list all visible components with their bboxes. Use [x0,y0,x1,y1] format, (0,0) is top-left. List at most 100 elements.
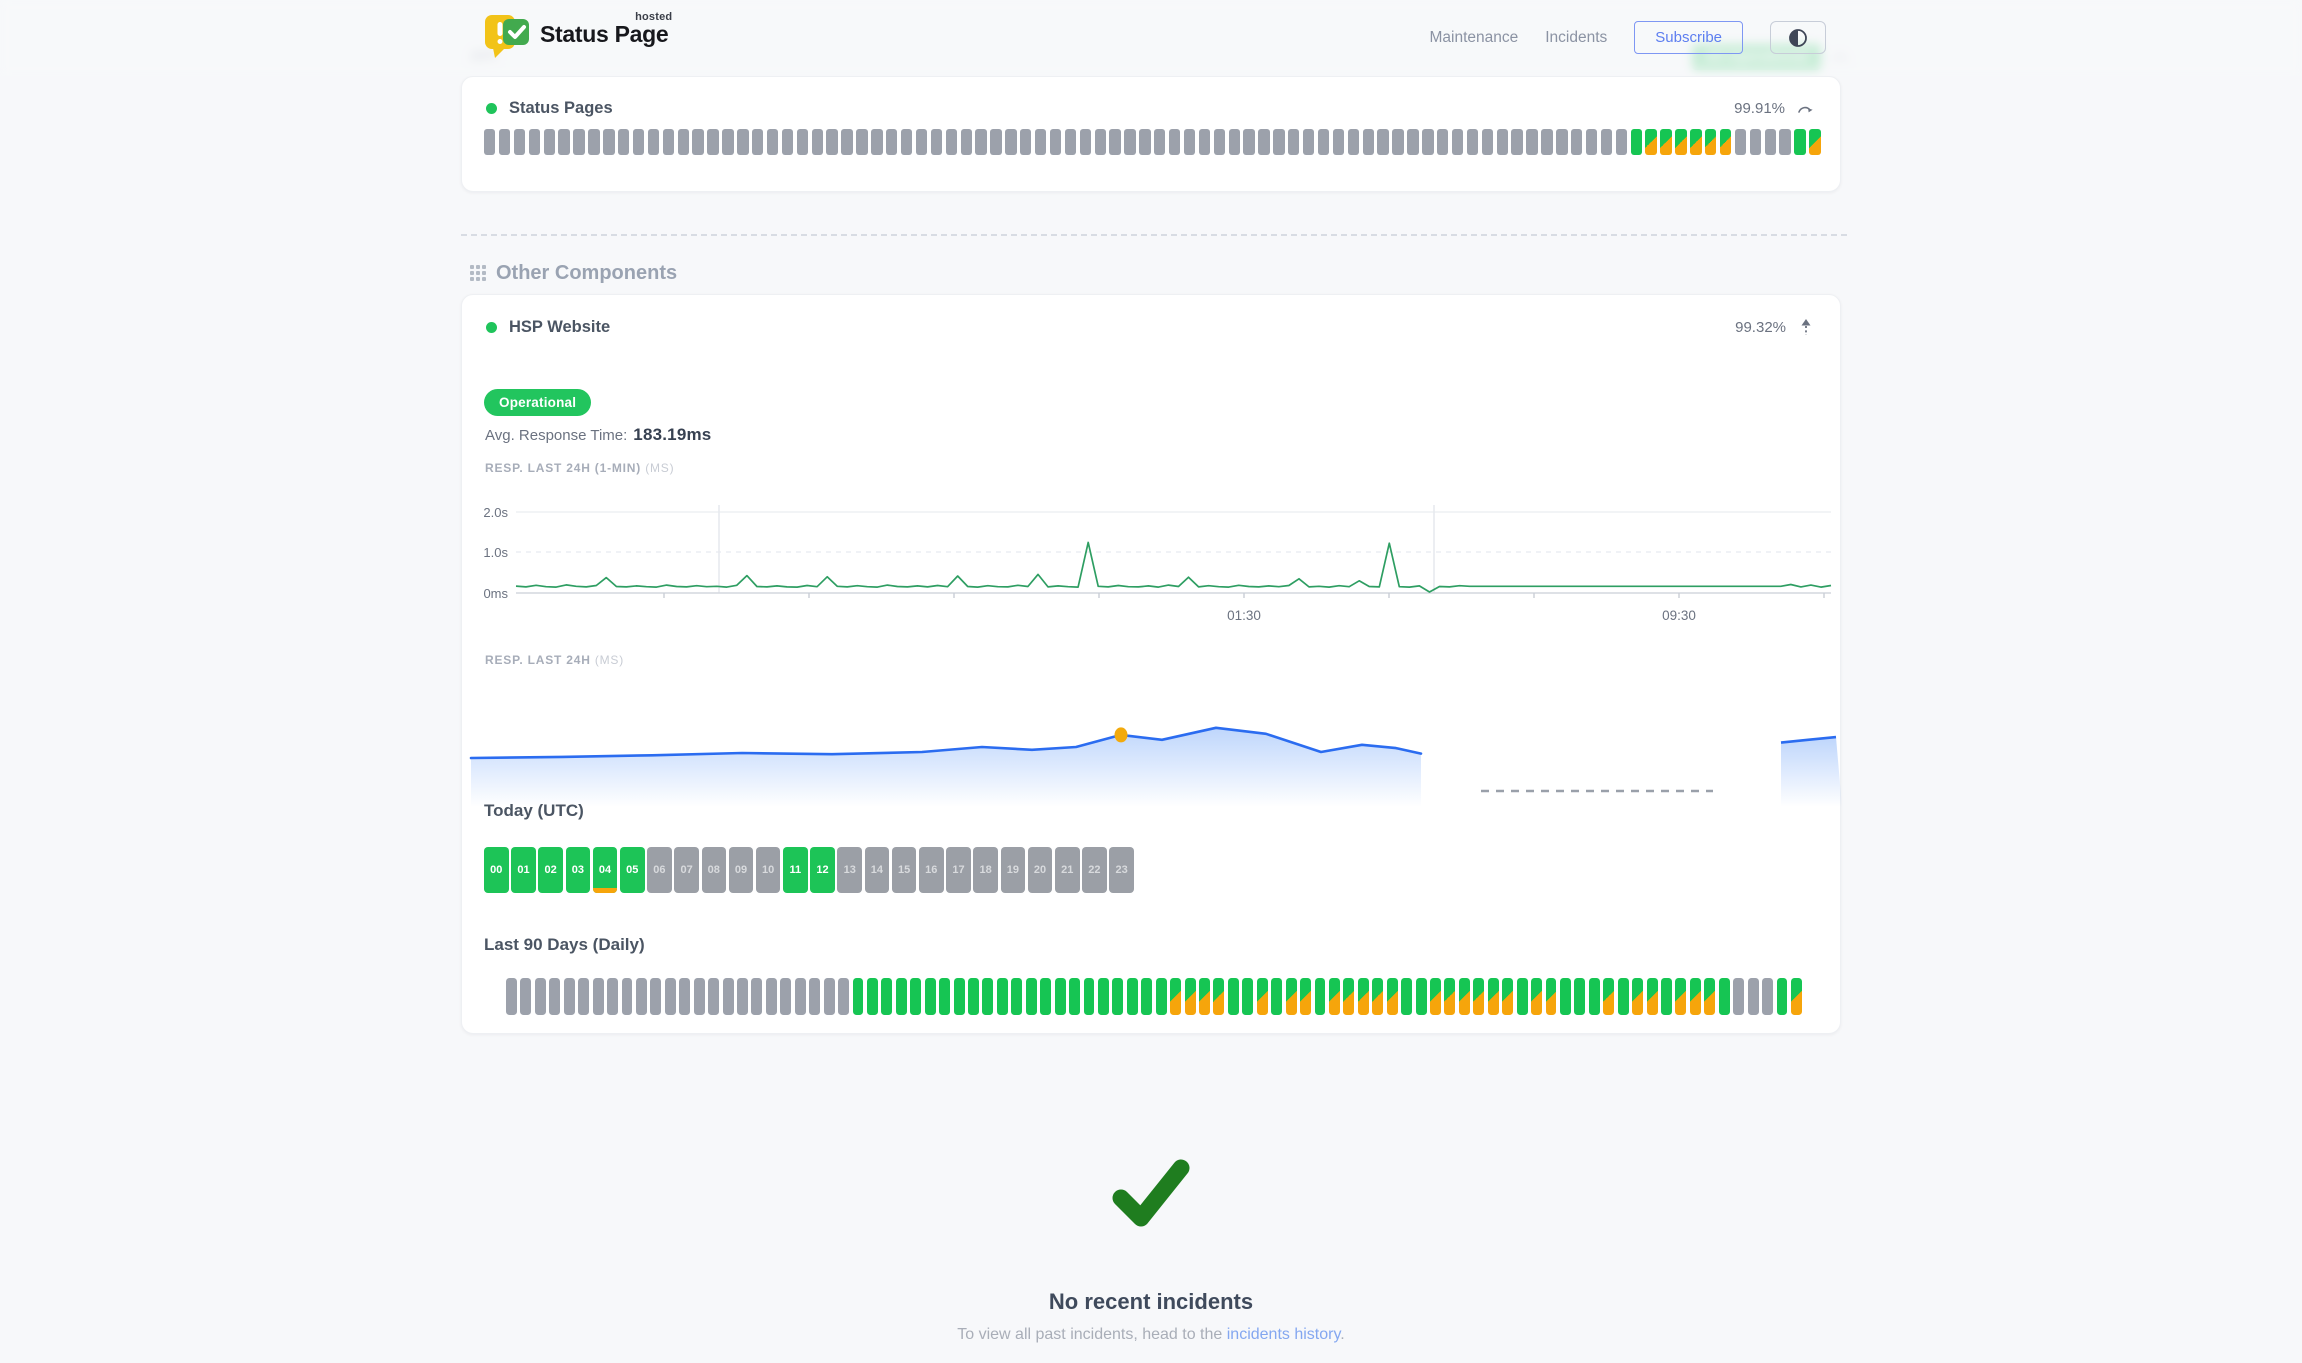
uptime-bar[interactable] [564,978,575,1015]
uptime-bar[interactable] [752,129,763,155]
uptime-bar[interactable] [856,129,867,155]
uptime-bar[interactable] [549,978,560,1015]
uptime-bar[interactable] [782,129,793,155]
incidents-history-link[interactable]: incidents history [1227,1326,1341,1343]
uptime-bar[interactable] [578,978,589,1015]
uptime-bar[interactable] [1170,978,1181,1015]
uptime-bar[interactable] [633,129,644,155]
uptime-bar[interactable] [1748,978,1759,1015]
uptime-bar[interactable] [1791,978,1802,1015]
uptime-bar[interactable] [622,978,633,1015]
uptime-bar[interactable] [1733,978,1744,1015]
uptime-bar[interactable] [961,129,972,155]
uptime-bar[interactable] [1050,129,1061,155]
uptime-bar[interactable] [1762,978,1773,1015]
uptime-bar[interactable] [1459,978,1470,1015]
uptime-bar[interactable] [535,978,546,1015]
hour-block[interactable]: 16 [919,847,944,893]
uptime-bar[interactable] [663,129,674,155]
uptime-bar[interactable] [1185,978,1196,1015]
hour-block[interactable]: 18 [973,847,998,893]
uptime-bar[interactable] [678,129,689,155]
uptime-bar[interactable] [1069,978,1080,1015]
uptime-bar[interactable] [636,978,647,1015]
uptime-bar[interactable] [1055,978,1066,1015]
uptime-bar[interactable] [1422,129,1433,155]
uptime-bar[interactable] [1765,129,1776,155]
uptime-bar[interactable] [1546,978,1557,1015]
hour-block[interactable]: 00 [484,847,509,893]
hour-block[interactable]: 23 [1109,847,1134,893]
uptime-bar[interactable] [1531,978,1542,1015]
uptime-bar[interactable] [881,978,892,1015]
uptime-bar[interactable] [1020,129,1031,155]
uptime-bar[interactable] [841,129,852,155]
uptime-bar[interactable] [1333,129,1344,155]
uptime-bar[interactable] [1526,129,1537,155]
uptime-bar[interactable] [1228,978,1239,1015]
uptime-bar[interactable] [1363,129,1374,155]
uptime-bar[interactable] [997,978,1008,1015]
uptime-bar[interactable] [1750,129,1761,155]
theme-toggle-button[interactable] [1770,21,1826,54]
uptime-bar[interactable] [607,978,618,1015]
uptime-bar[interactable] [1437,129,1448,155]
uptime-bar[interactable] [1127,978,1138,1015]
uptime-bar[interactable] [767,129,778,155]
uptime-bar[interactable] [1407,129,1418,155]
hour-block[interactable]: 15 [892,847,917,893]
uptime-bar[interactable] [1377,129,1388,155]
uptime-bar[interactable] [1139,129,1150,155]
uptime-bar[interactable] [694,978,705,1015]
uptime-bar[interactable] [1704,978,1715,1015]
uptime-bar[interactable] [946,129,957,155]
refresh-icon[interactable] [1797,102,1814,116]
uptime-bar[interactable] [931,129,942,155]
uptime-bar[interactable] [838,978,849,1015]
uptime-bar[interactable] [1315,978,1326,1015]
uptime-bar[interactable] [1473,978,1484,1015]
uptime-bar[interactable] [1011,978,1022,1015]
uptime-bar[interactable] [1392,129,1403,155]
uptime-bar[interactable] [1343,978,1354,1015]
hour-block[interactable]: 05 [620,847,645,893]
uptime-bar[interactable] [910,978,921,1015]
uptime-bar[interactable] [766,978,777,1015]
uptime-bar[interactable] [1560,978,1571,1015]
uptime-bar[interactable] [1273,129,1284,155]
uptime-bar[interactable] [1372,978,1383,1015]
hour-block[interactable]: 07 [674,847,699,893]
uptime-bar[interactable] [1387,978,1398,1015]
uptime-bar[interactable] [573,129,584,155]
hour-block[interactable]: 19 [1001,847,1026,893]
subscribe-button[interactable]: Subscribe [1634,21,1743,54]
uptime-bar[interactable] [1556,129,1567,155]
uptime-bar[interactable] [1586,129,1597,155]
hour-block[interactable]: 12 [810,847,835,893]
uptime-bar[interactable] [603,129,614,155]
uptime-bar[interactable] [1243,129,1254,155]
uptime-bar[interactable] [1497,129,1508,155]
uptime-bar[interactable] [1286,978,1297,1015]
uptime-bar[interactable] [1098,978,1109,1015]
uptime-bar[interactable] [1719,978,1730,1015]
uptime-bar[interactable] [1065,129,1076,155]
uptime-bar[interactable] [1488,978,1499,1015]
uptime-bar[interactable] [1660,129,1671,155]
uptime-bar[interactable] [1809,129,1820,155]
uptime-bar[interactable] [1647,978,1658,1015]
uptime-bar[interactable] [1257,978,1268,1015]
uptime-bar[interactable] [1794,129,1805,155]
uptime-bar[interactable] [826,129,837,155]
uptime-bar[interactable] [650,978,661,1015]
uptime-bar[interactable] [1329,978,1340,1015]
uptime-bar[interactable] [1348,129,1359,155]
trend-up-arrow-icon[interactable] [1798,317,1814,337]
uptime-bar[interactable] [1288,129,1299,155]
uptime-bar[interactable] [1705,129,1716,155]
uptime-bar[interactable] [593,978,604,1015]
uptime-bar[interactable] [1690,129,1701,155]
uptime-bar[interactable] [1199,129,1210,155]
uptime-bar[interactable] [723,978,734,1015]
uptime-bar[interactable] [1430,978,1441,1015]
